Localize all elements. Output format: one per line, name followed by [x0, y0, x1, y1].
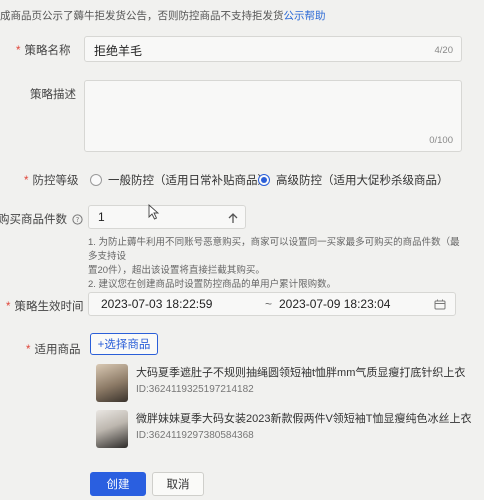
required-mark: * [24, 175, 29, 187]
product-id: ID:3624119325197214182 [136, 384, 254, 395]
quantity-label: 购买商品件数 ? [0, 211, 83, 227]
product-thumbnail [96, 410, 128, 448]
level-option-advanced[interactable]: 高级防控（适用大促秒杀级商品） [258, 172, 449, 188]
product-name: 大码夏季遮肚子不规则抽绳圆领短袖t恤胖mm气质显瘦打底针织上衣 [136, 367, 466, 379]
name-label: * 策略名称 [16, 45, 71, 57]
required-mark: * [26, 344, 31, 356]
product-item: 大码夏季遮肚子不规则抽绳圆领短袖t恤胖mm气质显瘦打底针织上衣 ID:36241… [96, 364, 465, 402]
start-time-value: 2023-07-03 18:22:59 [101, 297, 213, 311]
description-label: 策略描述 [30, 89, 76, 101]
quantity-value: 1 [98, 210, 105, 224]
required-mark: * [6, 301, 11, 313]
strategy-name-input[interactable]: 拒绝羊毛 4/20 [84, 36, 462, 62]
strategy-description-counter: 0/100 [429, 135, 453, 146]
time-range-picker[interactable]: 2023-07-03 18:22:59 ~ 2023-07-09 18:23:0… [88, 292, 456, 316]
quantity-tips: 1. 为防止薅牛利用不同账号恶意购买，商家可以设置同一买家最多可购买的商品件数（… [88, 237, 460, 290]
strategy-name-counter: 4/20 [434, 45, 454, 56]
level-option-normal[interactable]: 一般防控（适用日常补贴商品） [90, 172, 269, 188]
mouse-cursor-icon [148, 204, 160, 220]
product-id: ID:3624119297380584368 [136, 430, 254, 441]
products-label: * 适用商品 [26, 344, 81, 356]
radio-unchecked-icon[interactable] [90, 174, 102, 186]
create-button[interactable]: 创建 [90, 472, 146, 496]
product-thumbnail [96, 364, 128, 402]
cancel-button[interactable]: 取消 [152, 472, 204, 496]
time-label: * 策略生效时间 [6, 301, 84, 313]
notice-help-link[interactable]: 公示帮助 [284, 10, 326, 22]
select-products-button[interactable]: +选择商品 [90, 333, 158, 355]
quantity-input[interactable]: 1 [88, 205, 246, 229]
end-time-value: 2023-07-09 18:23:04 [279, 297, 391, 311]
strategy-name-value: 拒绝羊毛 [94, 44, 143, 58]
time-separator: ~ [265, 297, 273, 311]
help-circle-icon[interactable]: ? [72, 214, 83, 225]
radio-checked-icon[interactable] [258, 174, 270, 186]
notice-message: 成商品页公示了薅牛拒发货公告，否则防控商品不支持拒发货 [0, 10, 284, 22]
arrow-up-icon[interactable] [227, 212, 239, 224]
product-item: 微胖妹妹夏季大码女装2023新款假两件V领短袖T恤显瘦纯色冰丝上衣 ID:362… [96, 410, 472, 448]
product-name: 微胖妹妹夏季大码女装2023新款假两件V领短袖T恤显瘦纯色冰丝上衣 [136, 413, 472, 425]
strategy-description-textarea[interactable]: 0/100 [84, 80, 462, 152]
calendar-icon[interactable] [434, 299, 446, 310]
level-label: * 防控等级 [24, 175, 79, 187]
notice-text: 成商品页公示了薅牛拒发货公告，否则防控商品不支持拒发货公示帮助 [0, 8, 484, 23]
required-mark: * [16, 45, 21, 57]
svg-text:?: ? [76, 216, 80, 224]
